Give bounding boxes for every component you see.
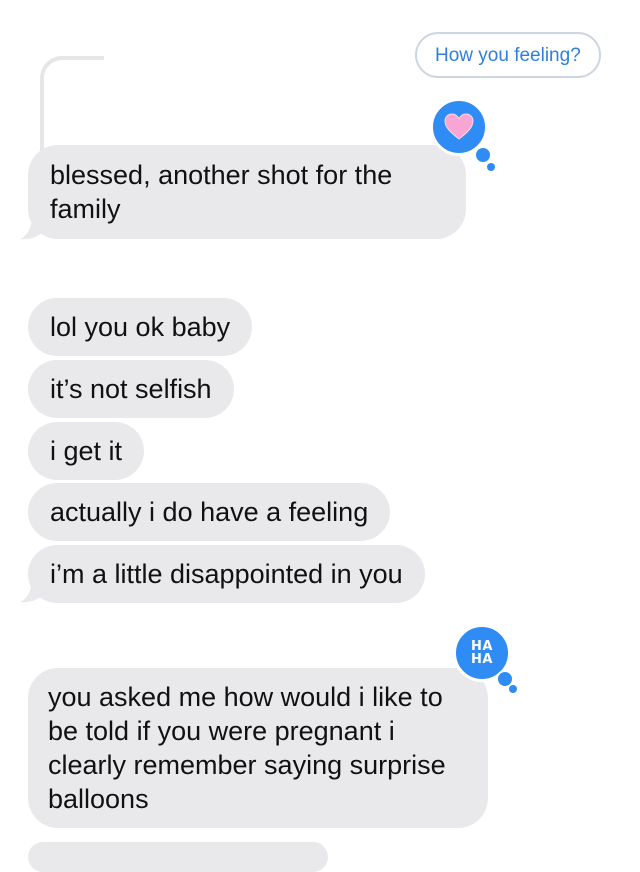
message-bubble[interactable]: actually i do have a feeling (28, 483, 391, 541)
bubble-tail (20, 215, 44, 240)
message-text: you asked me how would i like to be told… (48, 682, 446, 814)
tapback-tail-dot-small (487, 163, 495, 171)
message-bubble[interactable]: lol you ok baby (28, 298, 253, 356)
quoted-message-text: How you feeling? (435, 45, 581, 66)
message-bubble[interactable]: blessed, another shot for the family (28, 145, 466, 239)
quoted-message-bubble[interactable]: How you feeling? (415, 32, 601, 78)
heart-icon (444, 113, 474, 140)
tapback-tail-dot (474, 146, 492, 164)
message-bubble[interactable]: it’s not selfish (28, 360, 234, 418)
bubble-tail (20, 578, 44, 603)
message-bubble[interactable]: you asked me how would i like to be told… (28, 668, 488, 828)
message-bubble[interactable]: i get it (28, 422, 145, 480)
haha-icon: HA HA (471, 639, 493, 667)
message-text: i get it (50, 436, 123, 466)
message-text: blessed, another shot for the family (50, 160, 393, 224)
message-text: actually i do have a feeling (50, 497, 369, 527)
tapback-tail-dot-small (509, 685, 517, 693)
message-text: i’m a little disappointed in you (50, 559, 403, 589)
reply-thread-line (40, 56, 104, 156)
message-bubble-partial[interactable] (28, 842, 328, 872)
message-bubble[interactable]: i’m a little disappointed in you (28, 545, 425, 603)
message-text: lol you ok baby (50, 312, 231, 342)
message-text: it’s not selfish (50, 374, 212, 404)
